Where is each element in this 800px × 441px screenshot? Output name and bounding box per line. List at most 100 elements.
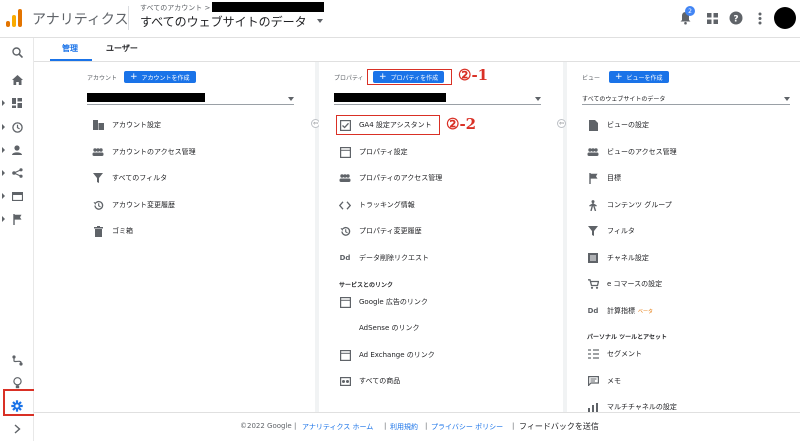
trash[interactable]: ゴミ箱 bbox=[92, 223, 133, 239]
redacted-account bbox=[87, 93, 205, 102]
calculated-metrics[interactable]: Dd 計算指標 ベータ bbox=[587, 303, 653, 319]
account-access-management[interactable]: アカウントのアクセス管理 bbox=[92, 144, 196, 160]
view-filters[interactable]: フィルタ bbox=[587, 223, 635, 239]
section-service-links: サービスとのリンク bbox=[339, 282, 393, 289]
redacted-account-name bbox=[212, 2, 324, 12]
view-settings[interactable]: ビューの設定 bbox=[587, 117, 649, 133]
notification-badge: 2 bbox=[685, 6, 695, 16]
people-icon bbox=[587, 146, 599, 158]
flag-icon bbox=[587, 172, 599, 184]
divider bbox=[128, 6, 129, 30]
square-icon bbox=[339, 349, 351, 361]
dashboard-icon[interactable] bbox=[9, 95, 25, 111]
adsense-link[interactable]: AdSense のリンク bbox=[339, 320, 419, 336]
chevron-right-icon[interactable] bbox=[9, 421, 25, 437]
plus-icon: + bbox=[615, 72, 623, 82]
apps-grid-icon[interactable] bbox=[703, 9, 721, 27]
google-ads-link[interactable]: Google 広告のリンク bbox=[339, 294, 428, 310]
segments[interactable]: セグメント bbox=[587, 346, 642, 362]
view-column-head: ビュー bbox=[582, 75, 601, 82]
annotation-label-2-2: ②-2 bbox=[446, 115, 477, 133]
property-change-history[interactable]: プロパティ変更履歴 bbox=[339, 223, 422, 239]
ecommerce-settings[interactable]: e コマースの設定 bbox=[587, 276, 662, 292]
dd-icon: Dd bbox=[339, 254, 351, 262]
chevron-down-icon[interactable] bbox=[317, 19, 323, 23]
all-products[interactable]: すべての商品 bbox=[339, 373, 400, 389]
tab-user[interactable]: ユーザー bbox=[106, 43, 138, 54]
chevron-down-icon[interactable] bbox=[535, 97, 541, 101]
person-icon[interactable] bbox=[9, 142, 25, 158]
expand-arrow-icon[interactable] bbox=[2, 124, 5, 130]
top-bar: アナリティクス すべてのアカウント > すべてのウェブサイトのデータ 2 ? bbox=[0, 0, 800, 38]
history-icon bbox=[92, 199, 104, 211]
dd-icon: Dd bbox=[587, 307, 599, 315]
analytics-logo-icon[interactable] bbox=[6, 7, 24, 27]
building-icon bbox=[92, 119, 104, 131]
app-title[interactable]: アナリティクス bbox=[32, 9, 128, 29]
tab-bar: 管理 ユーザー bbox=[34, 38, 800, 62]
clock-icon[interactable] bbox=[9, 119, 25, 135]
data-deletion-request[interactable]: Dd データ削除リクエスト bbox=[339, 250, 429, 266]
people-icon bbox=[92, 146, 104, 158]
help-icon[interactable]: ? bbox=[727, 9, 745, 27]
footer-separator: | bbox=[425, 422, 428, 430]
footer: ©2022 Google | アナリティクス ホーム | 利用規約 | プライバ… bbox=[34, 412, 800, 441]
annotation-box-ga4-assistant bbox=[336, 115, 440, 135]
account-breadcrumb[interactable]: すべてのアカウント > bbox=[140, 3, 210, 13]
expand-arrow-icon[interactable] bbox=[2, 147, 5, 153]
expand-arrow-icon[interactable] bbox=[2, 193, 5, 199]
property-access-management[interactable]: プロパティのアクセス管理 bbox=[339, 170, 442, 186]
account-selector[interactable] bbox=[87, 93, 294, 105]
section-personal-tools: パーソナル ツールとアセット bbox=[587, 334, 667, 341]
flag-icon[interactable] bbox=[9, 211, 25, 227]
home-icon[interactable] bbox=[9, 72, 25, 88]
view-column: ビュー + ビューを作成 すべてのウェブサイトのデータ ビューの設定 ビューのア… bbox=[567, 62, 800, 412]
square-icon bbox=[339, 146, 351, 158]
attribution-icon[interactable] bbox=[9, 352, 25, 368]
annotation-box-create-property bbox=[367, 69, 452, 85]
content-grouping[interactable]: コンテンツ グループ bbox=[587, 197, 672, 213]
expand-arrow-icon[interactable] bbox=[2, 170, 5, 176]
annotation-label-2-1: ②-1 bbox=[458, 66, 489, 84]
create-view-button[interactable]: + ビューを作成 bbox=[609, 71, 669, 83]
admin-panel: アカウント + アカウントを作成 アカウント設定 アカウントのアクセス管理 すべ… bbox=[34, 62, 800, 412]
view-column-selector[interactable]: すべてのウェブサイトのデータ bbox=[582, 93, 790, 105]
ad-exchange-link[interactable]: Ad Exchange のリンク bbox=[339, 347, 435, 363]
annotation-box-gear bbox=[3, 389, 36, 416]
view-selected: すべてのウェブサイトのデータ bbox=[582, 96, 666, 103]
property-settings[interactable]: プロパティ設定 bbox=[339, 144, 408, 160]
create-account-label: アカウントを作成 bbox=[141, 74, 190, 82]
search-icon[interactable] bbox=[9, 44, 25, 60]
footer-separator: | bbox=[512, 422, 515, 430]
account-change-history[interactable]: アカウント変更履歴 bbox=[92, 197, 175, 213]
svg-text:?: ? bbox=[733, 14, 738, 24]
annotations-memo[interactable]: メモ bbox=[587, 373, 621, 389]
tab-admin[interactable]: 管理 bbox=[62, 43, 78, 54]
send-feedback-link[interactable]: フィードバックを送信 bbox=[519, 421, 599, 432]
goals[interactable]: 目標 bbox=[587, 170, 621, 186]
property-selector[interactable] bbox=[334, 93, 541, 105]
more-vert-icon[interactable] bbox=[751, 9, 769, 27]
filter-icon bbox=[92, 172, 104, 184]
channel-settings[interactable]: チャネル設定 bbox=[587, 250, 649, 266]
expand-arrow-icon[interactable] bbox=[2, 100, 5, 106]
create-account-button[interactable]: + アカウントを作成 bbox=[124, 71, 196, 83]
footer-link-home[interactable]: アナリティクス ホーム bbox=[302, 422, 373, 432]
account-settings[interactable]: アカウント設定 bbox=[92, 117, 161, 133]
filter-icon bbox=[587, 225, 599, 237]
view-selector[interactable]: すべてのウェブサイトのデータ bbox=[140, 13, 307, 30]
chevron-down-icon[interactable] bbox=[784, 97, 790, 101]
code-icon bbox=[339, 199, 351, 211]
footer-link-privacy[interactable]: プライバシー ポリシー bbox=[431, 422, 503, 432]
expand-arrow-icon[interactable] bbox=[2, 216, 5, 222]
avatar[interactable] bbox=[774, 7, 796, 29]
acquisition-icon[interactable] bbox=[9, 165, 25, 181]
all-filters[interactable]: すべてのフィルタ bbox=[92, 170, 167, 186]
trash-icon bbox=[92, 225, 104, 237]
tracking-info[interactable]: トラッキング情報 bbox=[339, 197, 415, 213]
footer-link-terms[interactable]: 利用規約 bbox=[390, 422, 418, 432]
behavior-icon[interactable] bbox=[9, 188, 25, 204]
view-access-management[interactable]: ビューのアクセス管理 bbox=[587, 144, 677, 160]
chevron-down-icon[interactable] bbox=[288, 97, 294, 101]
collapse-arrow-icon[interactable]: ⇦ bbox=[557, 119, 566, 128]
